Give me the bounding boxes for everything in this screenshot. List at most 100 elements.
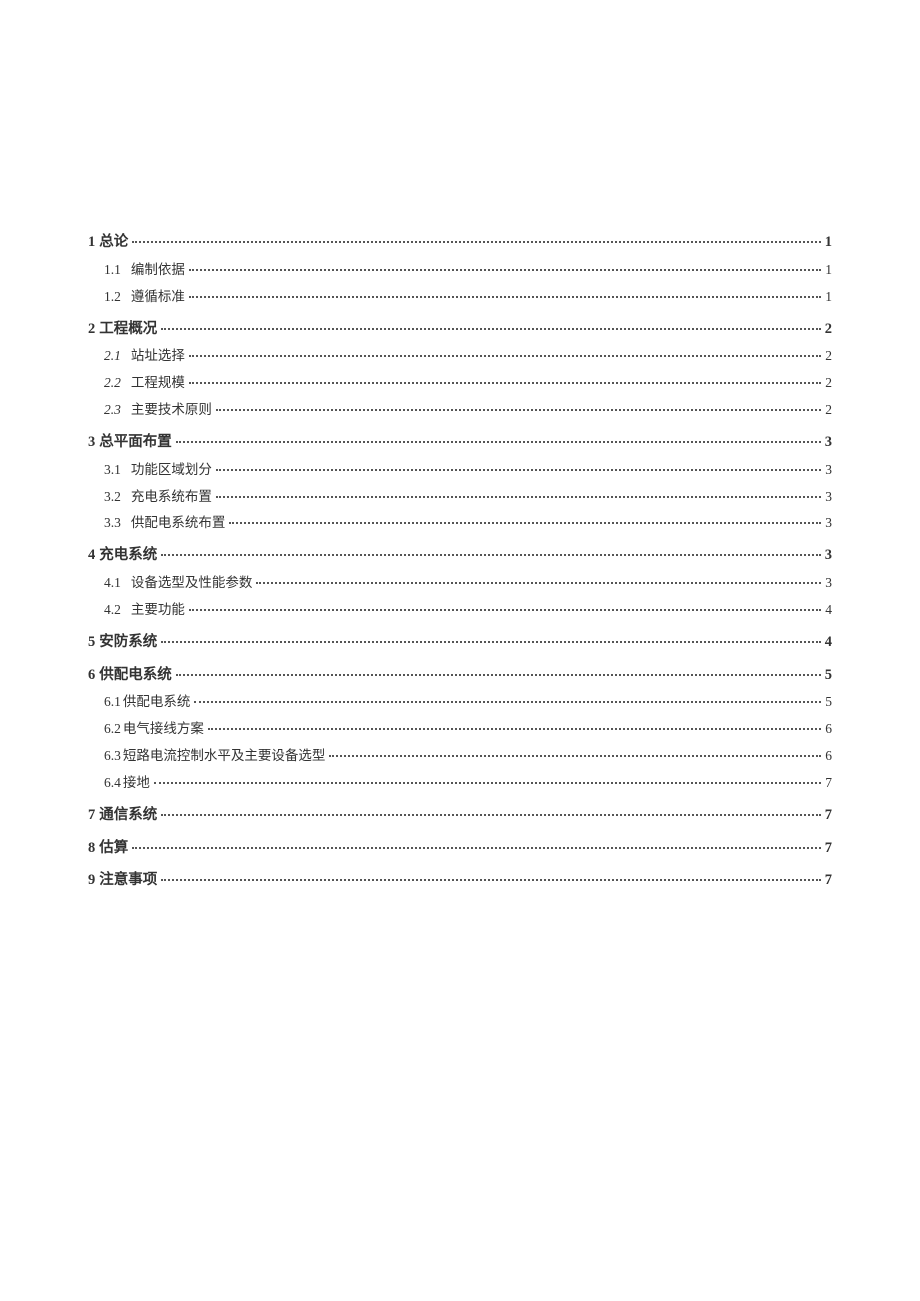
toc-entry-title: 遵循标准 [131,286,185,309]
toc-entry: 1.2遵循标准1 [88,286,832,309]
toc-entry-page: 2 [825,345,832,368]
toc-entry: 2工程概况2 [88,317,832,342]
toc-entry-number: 6.2 [104,718,121,741]
toc-entry-title: 安防系统 [99,630,157,655]
toc-entry-title: 主要功能 [131,599,185,622]
toc-entry-number: 2 [88,317,95,342]
toc-section: 1总论11.1编制依据11.2遵循标准1 [88,230,832,309]
toc-entry-number: 3 [88,430,95,455]
toc-entry-page: 2 [825,399,832,422]
toc-entry-number: 5 [88,630,95,655]
toc-entry: 5安防系统 4 [88,630,832,655]
toc-entry-number: 4 [88,543,95,568]
toc-entry-title: 接地 [123,772,150,795]
toc-entry-page: 7 [825,836,832,861]
toc-leader-dots [132,241,821,243]
toc-leader-dots [189,355,821,357]
toc-entry: 2.2 工程规模 2 [88,372,832,395]
toc-entry-page: 1 [825,286,832,309]
toc-entry-number: 6 [88,663,95,688]
toc-entry-number: 3.3 [104,512,121,535]
toc-entry: 8估算 7 [88,836,832,861]
toc-leader-dots [194,701,821,703]
toc-entry-number: 2.2 [104,372,121,395]
toc-entry-number: 8 [88,836,95,861]
toc-entry: 4.2主要功能4 [88,599,832,622]
toc-entry-title: 主要技术原则 [131,399,212,422]
toc-entry-number: 4.1 [104,572,121,595]
toc-entry-number: 3.1 [104,459,121,482]
toc-entry-number: 9 [88,868,95,893]
toc-entry-title: 设备选型及性能参数 [131,572,253,595]
toc-entry-title: 供配电系统 [123,691,191,714]
toc-entry-title: 功能区域划分 [131,459,212,482]
toc-section: 8估算 7 [88,836,832,861]
toc-entry-page: 3 [825,572,832,595]
toc-leader-dots [329,755,821,757]
toc-entry-title: 注意事项 [99,868,157,893]
toc-section: 7通信系统7 [88,803,832,828]
toc-entry-page: 7 [825,803,832,828]
toc-entry: 9注意事项7 [88,868,832,893]
toc-entry-page: 3 [825,486,832,509]
toc-entry-number: 3.2 [104,486,121,509]
toc-leader-dots [189,609,821,611]
toc-entry-page: 1 [825,230,832,255]
toc-leader-dots [161,641,821,643]
toc-entry-title: 估算 [99,836,128,861]
toc-entry-title: 总论 [99,230,128,255]
toc-entry-page: 5 [825,691,832,714]
toc-section: 2工程概况2 2.1 站址选择 2 2.2 工程规模 2 2.3 主要技术原则 2 [88,317,832,422]
toc-entry-page: 2 [825,372,832,395]
toc-section: 6供配电系统56.1供配电系统56.2电气接线方案66.3短路电流控制水平及主要… [88,663,832,795]
toc-entry: 1总论1 [88,230,832,255]
toc-entry: 2.1 站址选择 2 [88,345,832,368]
toc-leader-dots [161,328,821,330]
toc-leader-dots [176,674,821,676]
toc-entry: 6.4接地 7 [88,772,832,795]
toc-entry: 1.1编制依据1 [88,259,832,282]
toc-leader-dots [189,269,821,271]
table-of-contents: 1总论11.1编制依据11.2遵循标准12工程概况22.1站址选择22.2工程规… [88,230,832,893]
toc-entry-title: 供配电系统 [99,663,172,688]
toc-entry-page: 4 [825,599,832,622]
toc-entry: 3.3 供配电系统布置 3 [88,512,832,535]
toc-leader-dots [161,879,821,881]
toc-leader-dots [256,582,821,584]
toc-entry: 7通信系统7 [88,803,832,828]
toc-leader-dots [229,522,821,524]
toc-entry-title: 编制依据 [131,259,185,282]
toc-entry-page: 3 [825,512,832,535]
toc-entry-title: 站址选择 [131,345,185,368]
toc-leader-dots [161,814,821,816]
toc-entry-page: 4 [825,630,832,655]
toc-entry-number: 6.1 [104,691,121,714]
toc-entry-number: 1.1 [104,259,121,282]
toc-entry-page: 7 [825,772,832,795]
toc-entry-page: 3 [825,543,832,568]
toc-entry: 6供配电系统 5 [88,663,832,688]
toc-leader-dots [132,847,821,849]
toc-entry-title: 充电系统 [99,543,157,568]
toc-entry-page: 5 [825,663,832,688]
toc-entry-title: 总平面布置 [99,430,172,455]
toc-entry-title: 通信系统 [99,803,157,828]
toc-entry: 3.2充电系统布置3 [88,486,832,509]
toc-leader-dots [216,469,821,471]
toc-section: 3总平面布置33.1功能区域划分33.2充电系统布置33.3供配电系统布置3 [88,430,832,535]
toc-entry-number: 2.1 [104,345,121,368]
toc-entry-title: 短路电流控制水平及主要设备选型 [123,745,326,768]
toc-entry-title: 供配电系统布置 [131,512,226,535]
toc-entry-number: 6.3 [104,745,121,768]
toc-entry: 2.3 主要技术原则 2 [88,399,832,422]
toc-entry-number: 6.4 [104,772,121,795]
toc-section: 5安防系统 4 [88,630,832,655]
toc-entry-number: 2.3 [104,399,121,422]
toc-leader-dots [216,409,821,411]
toc-leader-dots [189,296,821,298]
toc-entry: 3.1功能区域划分3 [88,459,832,482]
toc-entry: 4.1 设备选型及性能参数 3 [88,572,832,595]
toc-entry-title: 工程规模 [131,372,185,395]
toc-entry: 6.1供配电系统 5 [88,691,832,714]
toc-entry: 6.2电气接线方案6 [88,718,832,741]
